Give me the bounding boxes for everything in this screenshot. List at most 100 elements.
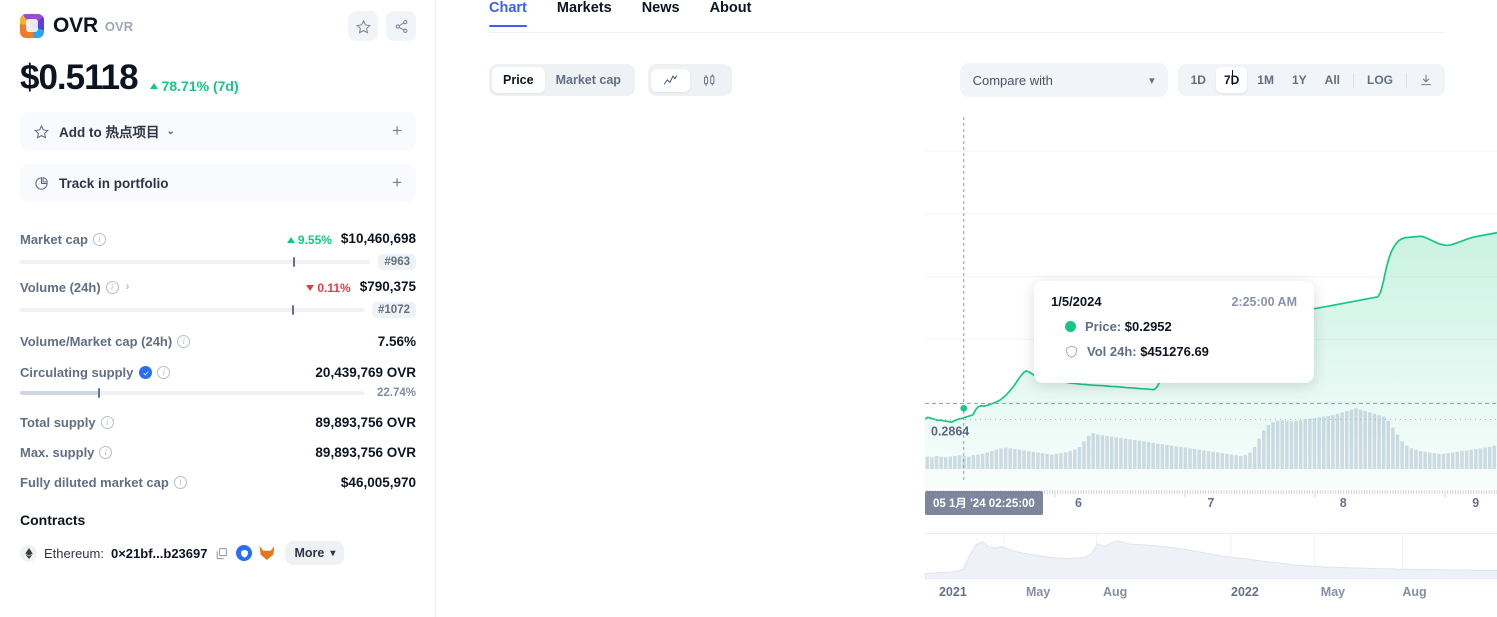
tab-about[interactable]: About <box>710 0 752 27</box>
star-icon <box>356 19 371 34</box>
range-all[interactable]: All <box>1317 67 1348 93</box>
range-1m[interactable]: 1M <box>1249 67 1282 93</box>
plus-icon[interactable]: + <box>392 121 402 141</box>
triangle-up-icon <box>150 83 158 89</box>
tab-markets[interactable]: Markets <box>557 0 612 27</box>
watchlist-star-button[interactable] <box>348 11 378 41</box>
market-cap-rank-bar <box>20 260 370 264</box>
compare-with-label: Compare with <box>973 73 1053 88</box>
range-1d[interactable]: 1D <box>1183 67 1214 93</box>
stats-list: Market cap i 9.55% $10,460,698 #963 <box>20 222 416 490</box>
stat-market-cap: Market cap i 9.55% $10,460,698 #963 <box>20 222 416 270</box>
tooltip-volume-label: Vol 24h: <box>1087 344 1137 359</box>
x-axis-tick: 7 <box>1207 496 1214 510</box>
tooltip-price-row: Price: $0.2952 <box>1051 319 1297 334</box>
time-range-group: 1D 7D 1M 1Y All LOG <box>1178 64 1445 96</box>
chart-tooltip: 1/5/2024 2:25:00 AM Price: $0.2952 Vol 2… <box>1034 281 1314 383</box>
chevron-right-icon[interactable]: › <box>126 281 130 293</box>
market-cap-rank-badge: #963 <box>378 254 416 270</box>
info-icon[interactable]: i <box>177 335 190 348</box>
add-to-watchlist-label: Add to 热点项目 <box>59 121 160 141</box>
stat-value: $46,005,970 <box>341 475 416 490</box>
navigator-top-border <box>925 533 1497 534</box>
tooltip-time: 2:25:00 AM <box>1231 295 1297 309</box>
info-icon[interactable]: i <box>93 233 106 246</box>
stat-change-value: 9.55% <box>298 233 332 247</box>
metric-price-option[interactable]: Price <box>492 67 545 93</box>
info-icon[interactable]: i <box>101 416 114 429</box>
log-scale-button[interactable]: LOG <box>1359 67 1401 93</box>
navigator-bottom-border <box>925 578 1497 579</box>
tab-chart[interactable]: Chart <box>489 0 527 27</box>
stat-volume-market-cap: Volume/Market cap (24h) i 7.56% <box>20 318 416 349</box>
stat-label: Total supply <box>20 415 96 430</box>
price-change-7d: 78.71% (7d) <box>150 78 239 94</box>
share-button[interactable] <box>386 11 416 41</box>
text-cursor <box>1232 70 1233 85</box>
info-icon[interactable]: i <box>99 446 112 459</box>
add-to-watchlist-button[interactable]: Add to 热点项目 ⌄ + <box>20 112 416 150</box>
metamask-fox-icon[interactable] <box>259 546 274 560</box>
portfolio-icon <box>34 176 49 191</box>
crosshair-date-text: 05 1月 '24 02:25:00 <box>933 495 1035 511</box>
header-actions <box>348 11 416 41</box>
range-1y[interactable]: 1Y <box>1284 67 1315 93</box>
verified-check-icon <box>139 366 152 379</box>
section-tabs: Chart Markets News About <box>436 0 1497 33</box>
line-chart-icon <box>663 73 678 88</box>
info-icon[interactable]: i <box>157 366 170 379</box>
stat-label: Volume (24h) <box>20 280 101 295</box>
volume-rank-badge: #1072 <box>372 302 416 318</box>
volume-rank-bar <box>20 308 364 312</box>
coin-price: $0.5118 <box>20 58 138 98</box>
range-7d[interactable]: 7D <box>1216 67 1247 93</box>
tooltip-price-value: $0.2952 <box>1125 319 1172 334</box>
share-icon <box>394 19 409 34</box>
tab-news[interactable]: News <box>642 0 680 27</box>
tooltip-date: 1/5/2024 <box>1051 294 1102 309</box>
info-icon[interactable]: i <box>106 281 119 294</box>
candlestick-chart-type-button[interactable] <box>690 69 729 92</box>
copy-icon[interactable] <box>214 546 229 561</box>
download-icon <box>1419 73 1433 87</box>
more-contracts-button[interactable]: More ▾ <box>285 541 344 565</box>
trustwallet-shield-icon[interactable] <box>236 545 252 561</box>
stat-volume-24h: Volume (24h) i › 0.11% $790,375 <box>20 270 416 318</box>
chevron-down-icon: ▾ <box>330 548 335 559</box>
stat-fully-diluted-market-cap: Fully diluted market cap i $46,005,970 <box>20 460 416 490</box>
stat-value: $790,375 <box>360 279 416 294</box>
navigator-tick-label: May <box>1026 585 1050 599</box>
stat-label: Fully diluted market cap <box>20 475 169 490</box>
navigator-sparkline <box>925 533 1497 579</box>
stat-change: 9.55% <box>287 233 332 247</box>
x-axis-tick: 9 <box>1472 496 1479 510</box>
bar-knob <box>98 388 100 398</box>
price-change-value: 78.71% (7d) <box>162 78 239 94</box>
metric-toggle-group: Price Market cap <box>489 64 635 96</box>
chart-range-navigator[interactable] <box>925 533 1497 579</box>
contracts-title: Contracts <box>20 512 416 528</box>
download-chart-button[interactable] <box>1412 70 1440 90</box>
bar-fill <box>20 391 98 395</box>
metric-market-cap-option[interactable]: Market cap <box>545 67 632 93</box>
bar-knob <box>293 257 295 267</box>
compare-with-dropdown[interactable]: Compare with ▾ <box>960 63 1168 97</box>
stat-label: Volume/Market cap (24h) <box>20 334 172 349</box>
stat-value: 89,893,756 OVR <box>315 415 416 430</box>
contract-address[interactable]: 0×21bf...b23697 <box>111 546 207 561</box>
line-chart-type-button[interactable] <box>651 69 690 92</box>
coin-symbol: OVR <box>105 19 133 34</box>
plus-icon[interactable]: + <box>392 173 402 193</box>
bar-knob <box>292 305 294 315</box>
track-in-portfolio-label: Track in portfolio <box>59 176 169 191</box>
triangle-down-icon <box>306 285 314 291</box>
stat-value: 20,439,769 OVR <box>315 365 416 380</box>
stat-label: Max. supply <box>20 445 94 460</box>
info-icon[interactable]: i <box>174 476 187 489</box>
stat-label: Circulating supply <box>20 365 133 380</box>
track-in-portfolio-button[interactable]: Track in portfolio + <box>20 164 416 202</box>
tooltip-volume-value: $451276.69 <box>1140 344 1209 359</box>
stat-change-value: 0.11% <box>317 281 350 295</box>
crosshair-price-axis-label: 0.2864 <box>931 424 969 438</box>
x-axis: 05 1月 '24 02:25:00 6:05 PI 67891011 <box>925 489 1497 519</box>
